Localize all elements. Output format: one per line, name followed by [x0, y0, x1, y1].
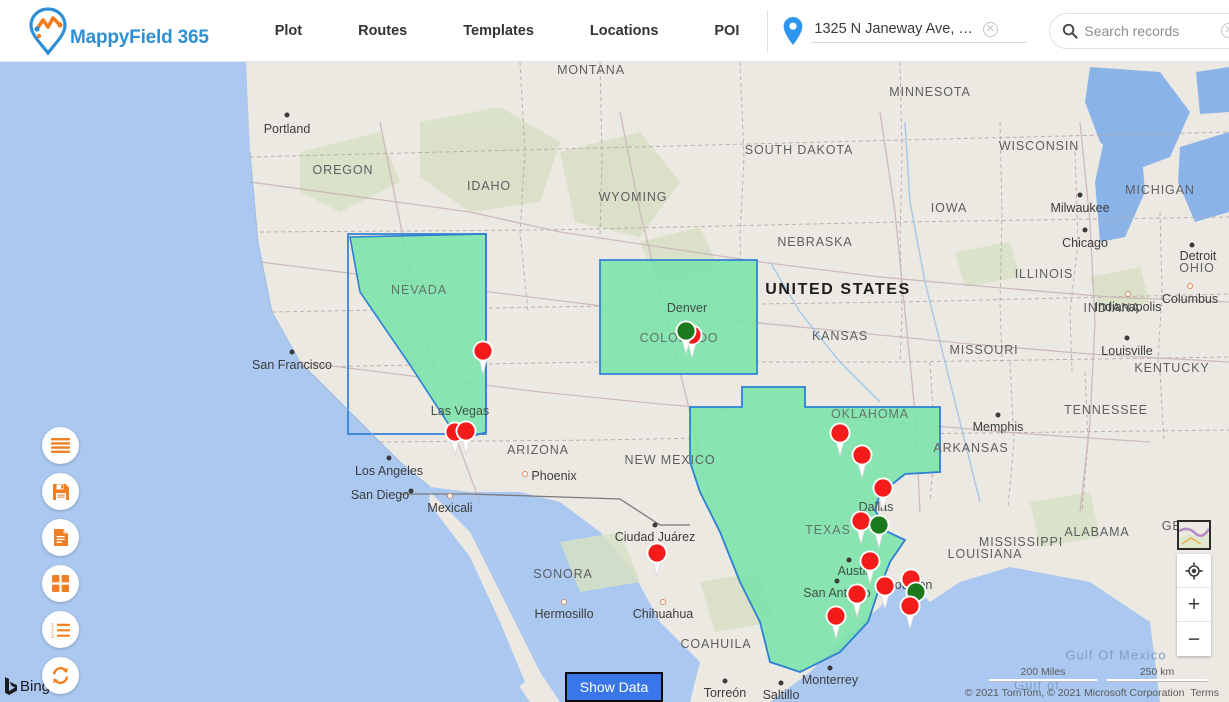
address-field[interactable]: 1325 N Janeway Ave, … ✕: [812, 18, 1027, 43]
zoom-out-button[interactable]: −: [1177, 622, 1211, 656]
list-button[interactable]: 1 2 3: [42, 611, 79, 648]
report-button[interactable]: [42, 519, 79, 556]
map-marker-green[interactable]: [673, 319, 699, 355]
attribution-text: © 2021 TomTom, © 2021 Microsoft Corporat…: [965, 687, 1185, 699]
grid-icon: [52, 575, 69, 592]
refresh-button[interactable]: [42, 657, 79, 694]
locate-me-icon: [1185, 562, 1203, 580]
save-button[interactable]: [42, 473, 79, 510]
address-value: 1325 N Janeway Ave, …: [814, 21, 973, 37]
show-data-button[interactable]: Show Data: [565, 672, 663, 702]
map-marker-red[interactable]: [823, 604, 849, 640]
map-canvas[interactable]: MONTANA OREGON IDAHO WYOMING MINNESOTA S…: [0, 62, 1229, 702]
nav-item-routes[interactable]: Routes: [344, 15, 421, 47]
map-type-thumbnail[interactable]: [1177, 520, 1211, 550]
map-thumbnail-icon: [1179, 522, 1209, 548]
numbered-list-icon: 1 2 3: [51, 622, 70, 638]
app-root: MappyField 365 Plot Routes Templates Loc…: [0, 0, 1229, 702]
svg-text:3: 3: [51, 634, 54, 638]
zoom-in-button[interactable]: +: [1177, 588, 1211, 622]
search-icon: [1062, 23, 1078, 39]
map-marker-red[interactable]: [872, 574, 898, 610]
refresh-icon: [51, 666, 70, 685]
map-marker-red[interactable]: [849, 443, 875, 479]
dashboard-button[interactable]: [42, 565, 79, 602]
nav-item-poi[interactable]: POI: [700, 15, 753, 47]
bing-icon: [4, 676, 18, 696]
search-clear-icon[interactable]: ✕: [1221, 23, 1229, 38]
nav-item-locations[interactable]: Locations: [576, 15, 672, 47]
map-marker-red[interactable]: [453, 419, 479, 455]
map-marker-red[interactable]: [644, 541, 670, 577]
map-marker-red[interactable]: [870, 476, 896, 512]
address-box: 1325 N Janeway Ave, … ✕: [767, 10, 1027, 52]
map-geometry: [0, 62, 1229, 702]
hamburger-menu-icon: [51, 438, 70, 453]
map-marker-red[interactable]: [470, 339, 496, 375]
address-clear-icon[interactable]: ✕: [983, 22, 998, 37]
terms-link[interactable]: Terms: [1190, 687, 1219, 699]
main-nav: Plot Routes Templates Locations POI: [247, 15, 768, 47]
search-input[interactable]: [1084, 23, 1211, 39]
map-marker-green[interactable]: [866, 513, 892, 549]
map-marker-red[interactable]: [897, 594, 923, 630]
nav-item-templates[interactable]: Templates: [449, 15, 548, 47]
menu-button[interactable]: [42, 427, 79, 464]
floppy-disk-icon: [52, 483, 70, 501]
header-right: 1325 N Janeway Ave, … ✕ ✕: [767, 10, 1229, 52]
location-pin-icon: [782, 16, 804, 46]
locate-me-button[interactable]: [1177, 554, 1211, 588]
app-header: MappyField 365 Plot Routes Templates Loc…: [0, 0, 1229, 62]
brand-name: MappyField 365: [70, 27, 209, 49]
map-zoom-group: + −: [1177, 554, 1211, 656]
brand[interactable]: MappyField 365: [22, 5, 209, 57]
map-controls: + −: [1177, 520, 1211, 656]
map-toolbar: 1 2 3: [42, 427, 79, 694]
map-pin-chart-logo: [22, 5, 74, 57]
document-icon: [53, 528, 69, 547]
nav-item-plot[interactable]: Plot: [261, 15, 316, 47]
search-box[interactable]: ✕: [1049, 13, 1229, 49]
map-attribution: © 2021 TomTom, © 2021 Microsoft Corporat…: [965, 687, 1219, 699]
